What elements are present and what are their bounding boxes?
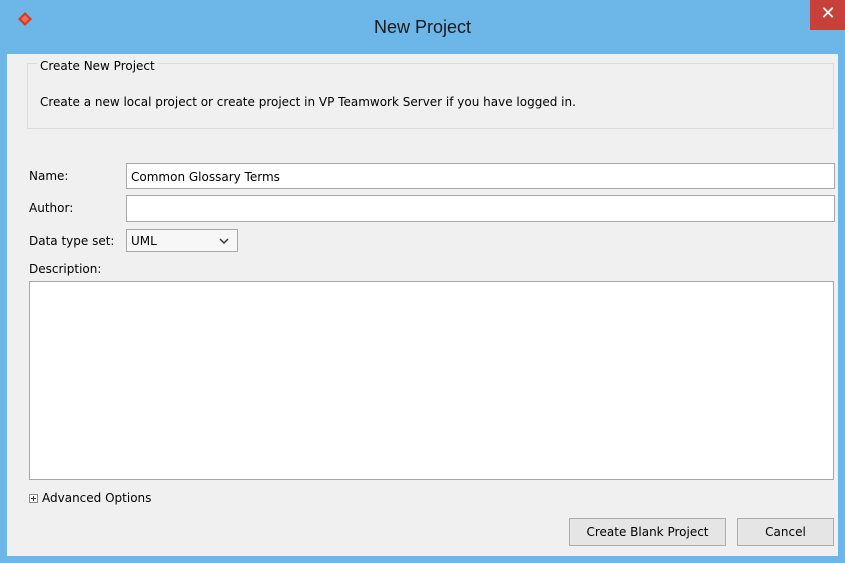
advanced-options-label: Advanced Options bbox=[42, 491, 152, 505]
create-blank-project-button[interactable]: Create Blank Project bbox=[569, 518, 726, 546]
data-type-set-select[interactable]: UML bbox=[126, 229, 238, 252]
expand-plus-icon[interactable] bbox=[29, 494, 38, 503]
description-textarea[interactable] bbox=[29, 281, 834, 480]
author-label: Author: bbox=[29, 201, 74, 215]
advanced-options-toggle[interactable]: Advanced Options bbox=[29, 491, 151, 505]
description-label: Description: bbox=[29, 262, 102, 276]
close-button[interactable]: ✕ bbox=[810, 0, 845, 30]
group-description: Create a new local project or create pro… bbox=[40, 95, 576, 109]
window-title: New Project bbox=[373, 17, 472, 37]
close-icon: ✕ bbox=[820, 3, 836, 24]
author-field[interactable] bbox=[126, 195, 835, 222]
group-legend: Create New Project bbox=[37, 59, 158, 73]
name-label: Name: bbox=[29, 169, 69, 183]
cancel-button[interactable]: Cancel bbox=[737, 518, 834, 546]
new-project-dialog: New Project ✕ Create New Project Create … bbox=[0, 0, 845, 563]
name-field[interactable]: Common Glossary Terms bbox=[126, 163, 835, 189]
chevron-down-icon bbox=[219, 238, 229, 245]
title-bar[interactable]: New Project ✕ bbox=[0, 0, 845, 54]
data-type-set-label: Data type set: bbox=[29, 234, 115, 248]
data-type-set-value: UML bbox=[131, 234, 157, 248]
